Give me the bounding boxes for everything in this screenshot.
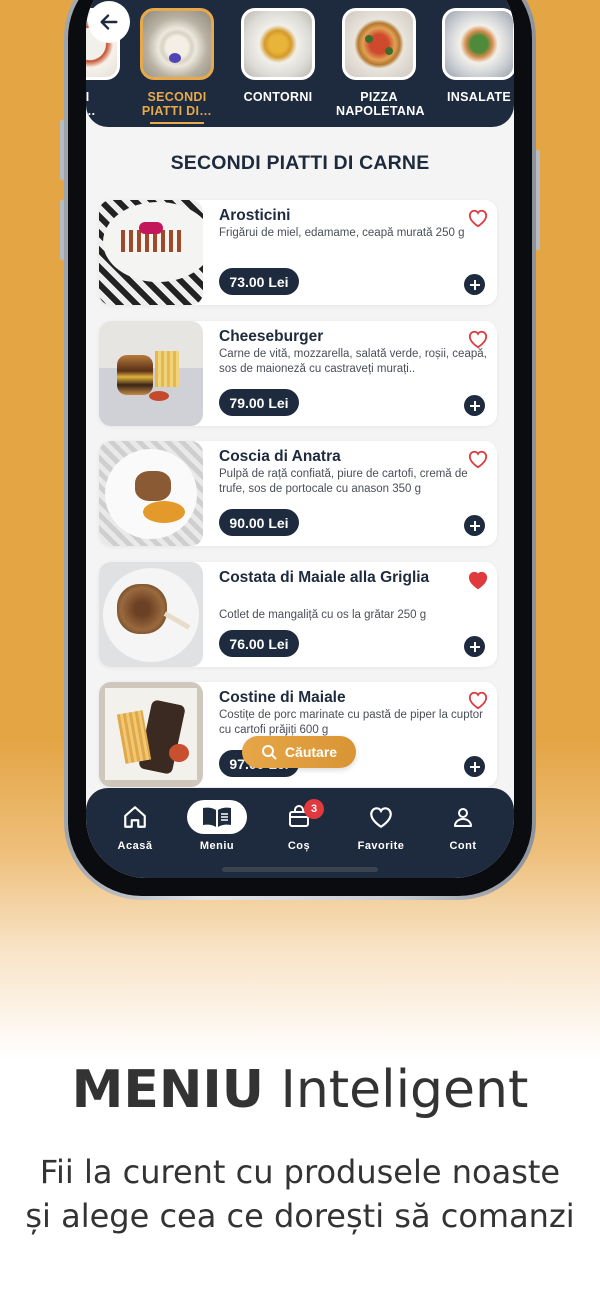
add-to-cart-button[interactable]: [464, 395, 485, 416]
promo-subtitle-line: Fii la curent cu produsele noaste: [39, 1153, 561, 1191]
nav-item-home[interactable]: Acasă: [100, 800, 170, 852]
home-indicator: [222, 867, 378, 872]
plus-icon: [469, 279, 480, 290]
book-icon: [203, 807, 231, 827]
product-description: Pulpă de rață confiată, piure de cartofi…: [219, 468, 468, 495]
add-to-cart-button[interactable]: [464, 636, 485, 657]
product-description: Carne de vită, mozzarella, salată verde,…: [219, 348, 487, 375]
nav-label: Acasă: [117, 840, 153, 852]
nav-item-account[interactable]: Cont: [428, 800, 498, 852]
add-to-cart-button[interactable]: [464, 756, 485, 777]
product-image: [99, 682, 203, 787]
active-category-underline: [150, 122, 204, 124]
product-description: Frigărui de miel, edamame, ceapă murată …: [219, 227, 465, 239]
app-screen: DI DI… SECONDI PIATTI DI… CONTORNI PIZZA…: [86, 0, 514, 878]
plus-icon: [469, 400, 480, 411]
search-icon: [261, 745, 277, 760]
promo-title-bold: MENIU: [71, 1060, 264, 1120]
section-title: SECONDI PIATTI DI CARNE: [170, 152, 430, 174]
category-item-secondi-piatti[interactable]: SECONDI PIATTI DI…: [134, 8, 220, 124]
promo-subtitle-line: și alege cea ce dorești să comanzi: [25, 1197, 575, 1235]
nav-label: Favorite: [357, 840, 405, 852]
product-price: 76.00 Lei: [219, 630, 299, 657]
promo-title: MENIU Inteligent: [0, 1060, 600, 1120]
add-to-cart-button[interactable]: [464, 515, 485, 536]
product-card[interactable]: Costine di Maiale Costițe de porc marina…: [99, 682, 497, 787]
plus-icon: [469, 761, 480, 772]
user-icon: [454, 808, 472, 827]
promo-title-rest: Inteligent: [280, 1060, 529, 1120]
product-card[interactable]: Coscia di Anatra Pulpă de rață confiată,…: [99, 441, 497, 546]
cart-count-badge: 3: [304, 799, 324, 819]
category-item-insalate[interactable]: INSALATE: [436, 8, 514, 104]
product-image: [99, 321, 203, 426]
promo-subtitle: Fii la curent cu produsele noaste și ale…: [0, 1150, 600, 1238]
category-item-pizza-napoletana[interactable]: PIZZA NAPOLETANA: [336, 8, 425, 118]
product-image: [99, 441, 203, 546]
product-image: [99, 562, 203, 667]
bottom-navigation: Acasă Meniu 3 Coș Favorite Cont: [86, 788, 514, 878]
category-item-contorni[interactable]: CONTORNI: [235, 8, 321, 104]
favorite-heart-icon[interactable]: [467, 690, 489, 710]
category-bar: DI DI… SECONDI PIATTI DI… CONTORNI PIZZA…: [86, 0, 514, 127]
heart-icon: [370, 807, 392, 829]
product-name: Arosticini: [219, 207, 291, 224]
category-label: SECONDI PIATTI DI…: [141, 90, 213, 118]
product-name: Costata di Maiale alla Griglia: [219, 569, 430, 586]
add-to-cart-button[interactable]: [464, 274, 485, 295]
nav-label: Cont: [449, 840, 477, 852]
category-label: CONTORNI: [243, 90, 313, 104]
favorite-heart-icon[interactable]: [467, 449, 489, 469]
back-button[interactable]: [88, 1, 130, 43]
product-description: Cotlet de mangaliță cu os la grătar 250 …: [219, 609, 427, 621]
product-image: [99, 200, 203, 305]
product-name: Costine di Maiale: [219, 689, 346, 706]
nav-item-menu[interactable]: Meniu: [182, 800, 252, 852]
nav-label: Coș: [287, 840, 311, 852]
product-card[interactable]: Cheeseburger Carne de vită, mozzarella, …: [99, 321, 497, 426]
category-label: PIZZA NAPOLETANA: [336, 90, 425, 118]
product-description: Costițe de porc marinate cu pastă de pip…: [219, 709, 484, 736]
product-name: Coscia di Anatra: [219, 448, 341, 465]
nav-item-cart[interactable]: 3 Coș: [264, 799, 334, 852]
home-icon: [124, 806, 146, 828]
plus-icon: [469, 641, 480, 652]
product-name: Cheeseburger: [219, 328, 324, 345]
nav-label: Meniu: [199, 840, 235, 852]
product-price: 90.00 Lei: [219, 509, 299, 536]
product-price: 79.00 Lei: [219, 389, 299, 416]
arrow-left-icon: [100, 14, 118, 30]
search-button[interactable]: Căutare: [242, 736, 356, 768]
category-label: DI DI…: [86, 90, 96, 118]
favorite-heart-filled-icon[interactable]: [467, 570, 489, 590]
category-label: INSALATE: [447, 90, 511, 104]
product-card[interactable]: Costata di Maiale alla Griglia Cotlet de…: [99, 562, 497, 667]
nav-item-favorites[interactable]: Favorite: [346, 800, 416, 852]
product-card[interactable]: Arosticini Frigărui de miel, edamame, ce…: [99, 200, 497, 305]
plus-icon: [469, 520, 480, 531]
product-price: 73.00 Lei: [219, 268, 299, 295]
favorite-heart-icon[interactable]: [467, 208, 489, 228]
favorite-heart-icon[interactable]: [467, 329, 489, 349]
search-label: Căutare: [284, 744, 338, 760]
